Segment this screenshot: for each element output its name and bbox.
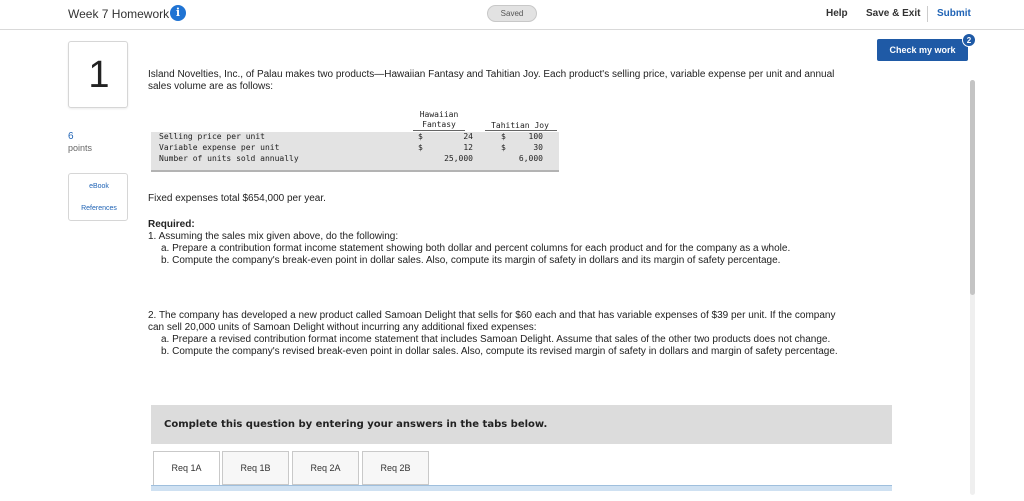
submit-link[interactable]: Submit [937,8,971,19]
requirement-1: 1. Assuming the sales mix given above, d… [148,231,399,242]
cell-sign: $ [501,132,506,141]
requirement-2: 2. The company has developed a new produ… [148,310,836,333]
requirement-2b: b. Compute the company's revised break-e… [161,346,838,357]
assignment-title: Week 7 Homework [68,7,170,21]
header-underline [485,130,557,131]
problem-intro: Island Novelties, Inc., of Palau makes t… [148,69,835,92]
table-row: Variable expense per unit $ 12 $ 30 [159,143,559,153]
row-label: Variable expense per unit [159,143,280,152]
points-value: 6 [68,131,74,142]
requirement-1b: b. Compute the company's break-even poin… [161,255,781,266]
row-label: Selling price per unit [159,132,265,141]
question-number-card: 1 [68,41,128,108]
help-link[interactable]: Help [826,8,848,19]
tab-content-strip [151,485,892,491]
save-exit-link[interactable]: Save & Exit [866,8,920,19]
requirement-1a: a. Prepare a contribution format income … [161,243,791,254]
tab-req-1b[interactable]: Req 1B [222,451,289,485]
table-row: Selling price per unit $ 24 $ 100 [159,132,559,142]
saved-status-badge: Saved [487,5,537,22]
row-label: Number of units sold annually [159,154,299,163]
fixed-expenses-text: Fixed expenses total $654,000 per year. [148,193,326,204]
scrollbar-thumb[interactable] [970,80,975,295]
ebook-link[interactable]: eBook [69,183,129,190]
table-row: Number of units sold annually 25,000 6,0… [159,154,559,164]
cell-sign: $ [418,132,423,141]
question-number: 1 [88,54,110,96]
header-underline [413,130,465,131]
info-icon[interactable]: i [170,5,186,21]
cell-value: 6,000 [518,154,543,163]
check-attempts-badge: 2 [962,33,976,47]
resources-panel: eBook References [68,173,128,221]
points-label: points [68,143,93,153]
column-header-line: Fantasy [422,120,456,129]
cell-value: 100 [528,132,543,141]
check-my-work-button[interactable]: Check my work [877,39,968,61]
requirement-2a: a. Prepare a revised contribution format… [161,334,831,345]
requirement-1-block: 1. Assuming the sales mix given above, d… [148,231,838,267]
cell-value: 12 [463,143,473,152]
required-heading: Required: [148,219,195,230]
product-data-table: Hawaiian Fantasy Tahitian Joy Selling pr… [151,110,559,172]
column-header-line: Hawaiian [419,110,459,119]
requirement-2-block: 2. The company has developed a new produ… [148,310,838,358]
tab-req-2b[interactable]: Req 2B [362,451,429,485]
complete-question-banner: Complete this question by entering your … [151,405,892,444]
cell-value: 30 [533,143,543,152]
column-header-hawaiian-fantasy: Hawaiian Fantasy [407,110,471,130]
cell-value: 25,000 [444,154,473,163]
cell-sign: $ [418,143,423,152]
tab-req-2a[interactable]: Req 2A [292,451,359,485]
cell-value: 24 [463,132,473,141]
cell-sign: $ [501,143,506,152]
tab-req-1a[interactable]: Req 1A [153,451,220,486]
top-bar: Week 7 Homework i Saved Help Save & Exit… [0,0,1024,30]
divider [927,6,928,22]
references-link[interactable]: References [69,205,129,212]
